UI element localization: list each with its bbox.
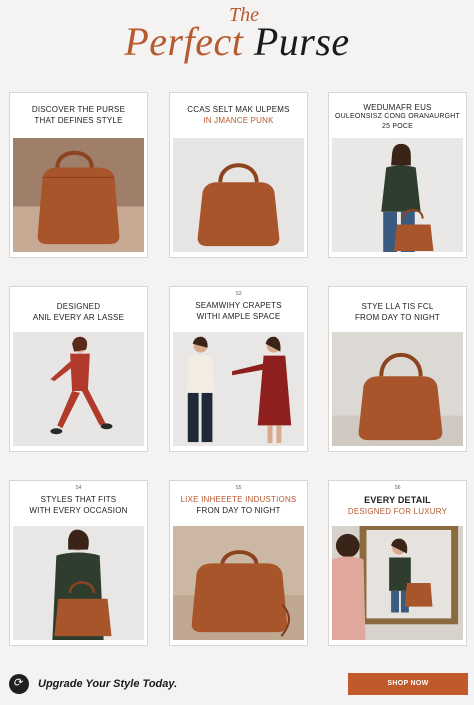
card-caption-line2: IN JMANCE PUNK [203, 116, 274, 125]
card-caption-line2: WITHI AMPLE SPACE [196, 312, 281, 321]
card-4[interactable]: DESIGNED ANIL EVERY AR LASSE [9, 286, 148, 452]
card-caption-line1: WEDUMAFR EUS [363, 103, 432, 112]
card-number: S4 [75, 485, 82, 491]
card-2[interactable]: CCAS SELT MAK ULPEMS IN JMANCE PUNK [169, 92, 308, 258]
card-caption-line2: OULEONSISZ CONG ORANAURGHT [335, 113, 460, 120]
card-caption-line1: SEAMWIHY CRAPETS [195, 301, 282, 310]
bag-photo [332, 332, 463, 446]
card-8[interactable]: S5 LIXE INHEEETE INDUSTIONS FRON DAY TO … [169, 480, 308, 646]
card-number: S5 [235, 485, 242, 491]
card-caption-line1: DISCOVER THE PURSE [31, 105, 126, 114]
card-number: S6 [394, 485, 401, 491]
card-caption-line2: FRON DAY TO NIGHT [196, 506, 281, 515]
card-caption-line1: LIXE INHEEETE INDUSTIONS [180, 495, 297, 504]
card-3[interactable]: WEDUMAFR EUS OULEONSISZ CONG ORANAURGHT … [328, 92, 467, 258]
model-photo [13, 526, 144, 640]
bag-photo [173, 526, 304, 640]
card-caption-line2: ANIL EVERY AR LASSE [32, 313, 125, 322]
card-caption-line2: THAT DEFINES STYLE [34, 116, 123, 125]
card-caption-line2: WITH EVERY OCCASION [29, 506, 128, 515]
card-7[interactable]: S4 STYLES THAT FITS WITH EVERY OCCASION [9, 480, 148, 646]
card-caption-line2: DESIGNED FOR LUXURY [347, 507, 448, 516]
card-1[interactable]: DISCOVER THE PURSE THAT DEFINES STYLE [9, 92, 148, 258]
header: The Perfect Purse [0, 0, 474, 82]
card-caption-line2: FROM DAY TO NIGHT [354, 313, 441, 322]
brand-logo-icon: ⟳ [9, 674, 29, 694]
bag-photo [173, 138, 304, 252]
card-caption-line1: CCAS SELT MAK ULPEMS [187, 105, 290, 114]
card-5[interactable]: S3 SEAMWIHY CRAPETS WITHI AMPLE SPACE [169, 286, 308, 452]
card-9[interactable]: S6 EVERY DETAIL DESIGNED FOR LUXURY [328, 480, 467, 646]
model-photo [13, 332, 144, 446]
card-caption-line1: STYLES THAT FITS [40, 495, 117, 504]
card-6[interactable]: STYE LLA TIS FCL FROM DAY TO NIGHT [328, 286, 467, 452]
footer-tagline: Upgrade Your Style Today. [38, 678, 178, 690]
card-number: S3 [235, 291, 242, 297]
card-caption-line3: 25 POCE [382, 123, 413, 130]
models-photo [173, 332, 304, 446]
title-word-perfect: Perfect [124, 19, 244, 64]
card-caption-line1: DESIGNED [56, 302, 101, 311]
bag-photo [13, 138, 144, 252]
page-title: Perfect Purse [0, 18, 474, 65]
logo-glyph: ⟳ [13, 677, 23, 689]
card-caption-line1: EVERY DETAIL [364, 495, 431, 505]
model-photo [332, 138, 463, 252]
title-word-purse: Purse [253, 19, 350, 64]
card-caption-line1: STYE LLA TIS FCL [361, 302, 434, 311]
mirror-photo [332, 526, 463, 640]
shop-now-button[interactable]: SHOP NOW [348, 673, 468, 695]
